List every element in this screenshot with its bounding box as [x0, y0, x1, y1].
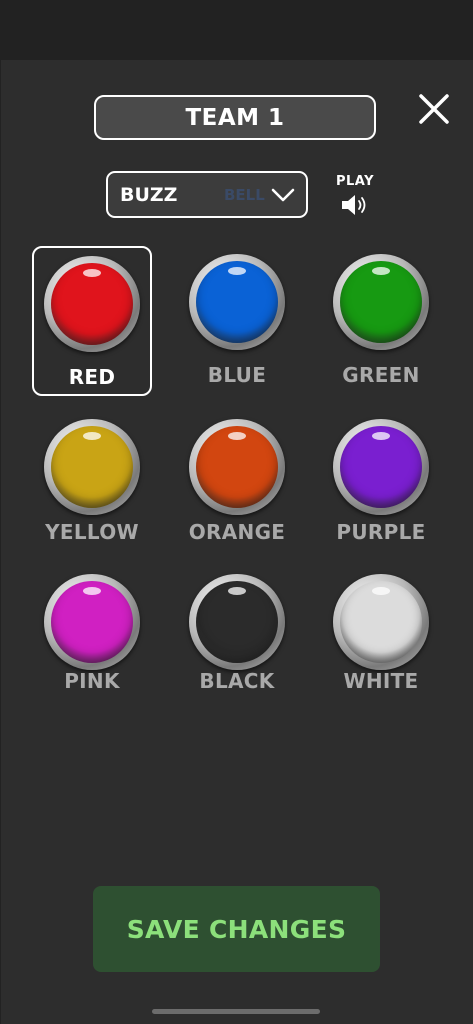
color-option-pink[interactable]: PINK [32, 566, 152, 716]
buzzer-highlight [228, 267, 246, 275]
color-label: RED [68, 365, 116, 389]
play-sound-button[interactable]: PLAY [330, 174, 380, 222]
buzzer-highlight [228, 587, 246, 595]
color-option-red[interactable]: RED [32, 246, 152, 396]
buzzer-dome [51, 426, 133, 508]
color-option-purple[interactable]: PURPLE [321, 411, 441, 561]
buzzer-highlight [83, 587, 101, 595]
chevron-down-icon [271, 188, 295, 202]
color-label: PINK [64, 669, 120, 693]
color-label: BLACK [199, 669, 275, 693]
buzzer-button-icon [333, 254, 429, 350]
save-changes-label: SAVE CHANGES [126, 914, 347, 944]
buzzer-dome [196, 426, 278, 508]
buzzer-dome [51, 581, 133, 663]
buzzer-button-icon [44, 574, 140, 670]
color-label: BLUE [207, 363, 267, 387]
play-label: PLAY [335, 174, 375, 189]
color-option-black[interactable]: BLACK [177, 566, 297, 716]
buzzer-button-icon [189, 419, 285, 515]
buzzer-highlight [83, 432, 101, 440]
buzzer-button-icon [44, 256, 140, 352]
buzzer-dome [340, 581, 422, 663]
buzzer-button-icon [189, 574, 285, 670]
buzzer-highlight [372, 432, 390, 440]
buzzer-dome [340, 261, 422, 343]
speaker-icon [342, 195, 366, 215]
color-option-white[interactable]: WHITE [321, 566, 441, 716]
color-label: YELLOW [45, 520, 139, 544]
color-option-yellow[interactable]: YELLOW [32, 411, 152, 561]
color-label: ORANGE [188, 520, 286, 544]
buzzer-button-icon [44, 419, 140, 515]
dropdown-ghost-text: BELL [224, 185, 265, 204]
close-icon[interactable] [413, 90, 453, 130]
color-option-blue[interactable]: BLUE [177, 246, 297, 396]
buzzer-sound-dropdown[interactable]: BELL BUZZ [106, 171, 308, 218]
buzzer-highlight [228, 432, 246, 440]
color-label: WHITE [343, 669, 419, 693]
home-indicator [152, 1009, 320, 1014]
color-label: PURPLE [336, 520, 426, 544]
buzzer-button-icon [189, 254, 285, 350]
save-changes-button[interactable]: SAVE CHANGES [93, 886, 380, 972]
color-label: GREEN [342, 363, 420, 387]
team-name-text: TEAM 1 [185, 104, 285, 131]
buzzer-dome [196, 261, 278, 343]
buzzer-button-icon [333, 419, 429, 515]
buzzer-highlight [372, 267, 390, 275]
team-name-field[interactable]: TEAM 1 [94, 95, 376, 140]
selected-sound-label: BUZZ [120, 183, 178, 206]
buzzer-highlight [372, 587, 390, 595]
color-option-green[interactable]: GREEN [321, 246, 441, 396]
buzzer-dome [51, 263, 133, 345]
color-option-orange[interactable]: ORANGE [177, 411, 297, 561]
buzzer-dome [340, 426, 422, 508]
buzzer-dome [196, 581, 278, 663]
buzzer-highlight [83, 269, 101, 277]
buzzer-button-icon [333, 574, 429, 670]
